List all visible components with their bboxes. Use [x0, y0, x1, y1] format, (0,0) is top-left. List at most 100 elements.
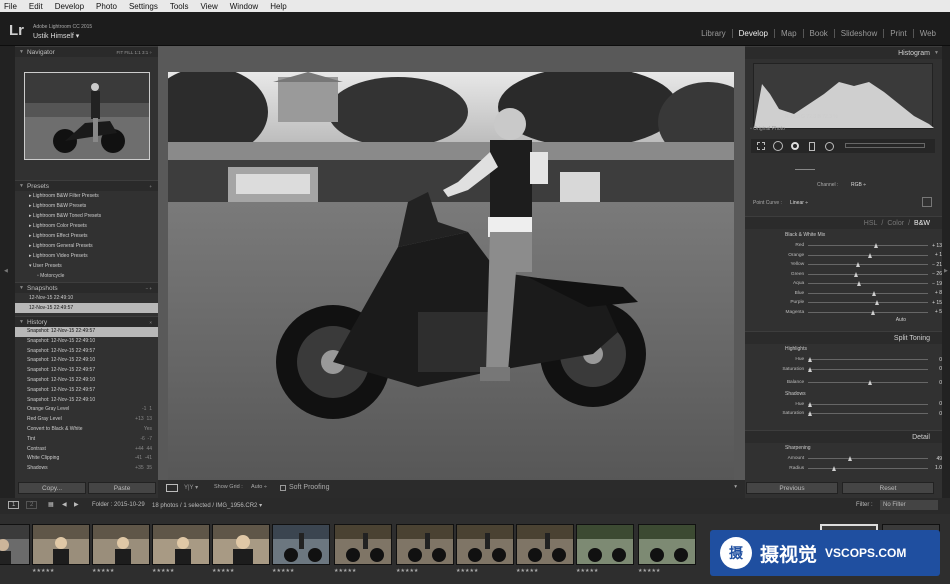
filmstrip-thumbnail[interactable] [272, 524, 330, 565]
menu-settings[interactable]: Settings [129, 2, 158, 11]
menu-view[interactable]: View [201, 2, 218, 11]
module-library[interactable]: Library [695, 29, 733, 38]
point-curve-select[interactable]: Linear ÷ [790, 200, 808, 206]
menu-tools[interactable]: Tools [170, 2, 189, 11]
bw-slider-orange[interactable]: Orange + 1 [745, 251, 942, 261]
left-panel-edge[interactable]: ◀ [0, 46, 15, 498]
history-step[interactable]: White Clipping -41 -41 [15, 454, 158, 464]
before-after-icon[interactable]: Y|Y ▾ [184, 484, 198, 491]
menu-develop[interactable]: Develop [55, 2, 84, 11]
module-develop[interactable]: Develop [733, 29, 775, 38]
preset-folder[interactable]: ▸ Lightroom B&W Toned Presets [15, 211, 158, 221]
star-rating[interactable]: ★★★★★ [456, 568, 514, 574]
history-step[interactable]: Tint -6 -7 [15, 435, 158, 445]
soft-proofing-checkbox[interactable] [280, 485, 286, 491]
copy-settings-button[interactable]: Copy... [18, 482, 86, 494]
filter-select[interactable]: No Filter [880, 500, 938, 510]
history-step[interactable]: Shadows +35 35 [15, 464, 158, 474]
filmstrip-thumbnail[interactable] [456, 524, 514, 565]
red-eye-icon[interactable] [791, 142, 799, 150]
toolbar-menu-icon[interactable]: ▾ [734, 484, 737, 490]
presets-header[interactable]: ▼ Presets + [15, 180, 158, 191]
previous-button[interactable]: Previous [746, 482, 838, 494]
menu-photo[interactable]: Photo [96, 2, 117, 11]
history-step[interactable]: Red Gray Level +13 13 [15, 415, 158, 425]
detail-header[interactable]: Detail [745, 430, 942, 443]
preset-item[interactable]: ▫ Motorcycle [15, 271, 158, 281]
forward-arrow-icon[interactable]: ▶ [74, 501, 79, 508]
spot-removal-icon[interactable] [773, 141, 783, 151]
channel-select[interactable]: RGB ÷ [851, 182, 866, 188]
bw-slider-red[interactable]: Red + 13 [745, 241, 942, 251]
snapshot-item[interactable]: 12-Nov-15 22:49:10 [15, 293, 158, 303]
module-web[interactable]: Web [914, 29, 942, 38]
filmstrip-thumbnail[interactable] [92, 524, 150, 565]
history-step[interactable]: Snapshot: 12-Nov-15 22:49:57 [15, 386, 158, 396]
filmstrip-thumbnail[interactable] [396, 524, 454, 565]
page-1-button[interactable]: 1 [8, 501, 20, 509]
filmstrip-thumbnail[interactable] [212, 524, 270, 565]
module-slideshow[interactable]: Slideshow [835, 29, 885, 38]
user-name[interactable]: Ustik Himself ▾ [33, 32, 79, 40]
disclosure-triangle-icon[interactable]: ▼ [19, 319, 24, 325]
photo-count[interactable]: 18 photos / 1 selected / IMG_1956.CR2 ▾ [152, 502, 262, 509]
paste-settings-button[interactable]: Paste [88, 482, 156, 494]
bw-slider-blue[interactable]: Blue + 8 [745, 289, 942, 299]
radial-filter-icon[interactable] [825, 142, 834, 151]
adjustment-brush-icon[interactable] [845, 143, 925, 148]
star-rating[interactable]: ★★★★★ [272, 568, 330, 574]
star-rating[interactable]: ★★★★★ [396, 568, 454, 574]
module-print[interactable]: Print [884, 29, 914, 38]
menu-file[interactable]: File [4, 2, 17, 11]
history-step[interactable]: Snapshot: 12-Nov-15 22:49:10 [15, 356, 158, 366]
preset-folder[interactable]: ▾ User Presets [15, 261, 158, 271]
filmstrip-thumbnail[interactable] [152, 524, 210, 565]
history-step[interactable]: Snapshot: 12-Nov-15 22:49:10 [15, 376, 158, 386]
sharpening-amount-slider[interactable]: Amount 49 [745, 454, 942, 464]
star-rating[interactable]: ★★★★★ [638, 568, 696, 574]
bw-slider-aqua[interactable]: Aqua − 19 [745, 279, 942, 289]
star-rating[interactable]: ★★★★★ [92, 568, 150, 574]
filmstrip-thumbnail[interactable] [638, 524, 696, 565]
collapse-left-icon[interactable]: ◀ [4, 268, 8, 274]
main-photo[interactable] [168, 72, 734, 497]
module-map[interactable]: Map [775, 29, 804, 38]
tab-bw[interactable]: B&W [914, 220, 930, 227]
snapshot-item[interactable]: 12-Nov-15 22:49:57 [15, 303, 158, 313]
menu-edit[interactable]: Edit [29, 2, 43, 11]
graduated-filter-icon[interactable] [809, 142, 815, 151]
page-2-button[interactable]: 2 [26, 501, 38, 509]
snapshot-add-remove-icon[interactable]: − + [145, 286, 152, 291]
histogram-header[interactable]: Histogram ▼ [745, 46, 942, 59]
sharpening-radius-slider[interactable]: Radius 1.0 [745, 464, 942, 474]
star-rating[interactable]: ★★★★★ [212, 568, 270, 574]
history-header[interactable]: ▼ History × [15, 316, 158, 327]
right-panel-edge[interactable]: ▶ [942, 46, 950, 498]
bw-slider-yellow[interactable]: Yellow − 21 [745, 260, 942, 270]
disclosure-triangle-icon[interactable]: ▼ [19, 183, 24, 189]
highlights-hue-slider[interactable]: Hue 0 [745, 355, 942, 365]
history-step[interactable]: Convert to Black & White Yes [15, 425, 158, 435]
history-step[interactable]: Contrast +44 44 [15, 445, 158, 455]
history-step[interactable]: Orange Gray Level -1 1 [15, 405, 158, 415]
navigator-zoom-options[interactable]: FIT FILL 1:1 3:1 ÷ [117, 50, 153, 55]
add-preset-icon[interactable]: + [149, 184, 152, 189]
filmstrip-thumbnail[interactable] [0, 524, 30, 565]
clear-history-icon[interactable]: × [149, 320, 152, 325]
tone-curve-graph[interactable] [795, 158, 815, 170]
star-rating[interactable]: ★★★★★ [334, 568, 392, 574]
edit-point-curve-icon[interactable] [922, 197, 932, 207]
balance-slider[interactable]: Balance 0 [745, 378, 942, 388]
history-step[interactable]: Snapshot: 12-Nov-15 22:49:57 [15, 347, 158, 357]
preset-folder[interactable]: ▸ Lightroom B&W Presets [15, 201, 158, 211]
bw-auto-button[interactable]: Auto [745, 317, 942, 326]
highlights-saturation-slider[interactable]: Saturation 0 [745, 365, 942, 375]
filmstrip-thumbnail[interactable] [576, 524, 634, 565]
tab-hsl[interactable]: HSL [864, 220, 878, 227]
preset-folder[interactable]: ▸ Lightroom General Presets [15, 241, 158, 251]
history-step[interactable]: Snapshot: 12-Nov-15 22:49:57 [15, 327, 158, 337]
folder-breadcrumb[interactable]: Folder : 2015-10-29 [92, 502, 145, 508]
tab-color[interactable]: Color [887, 220, 904, 227]
star-rating[interactable]: ★★★★★ [576, 568, 634, 574]
reset-button[interactable]: Reset [842, 482, 934, 494]
